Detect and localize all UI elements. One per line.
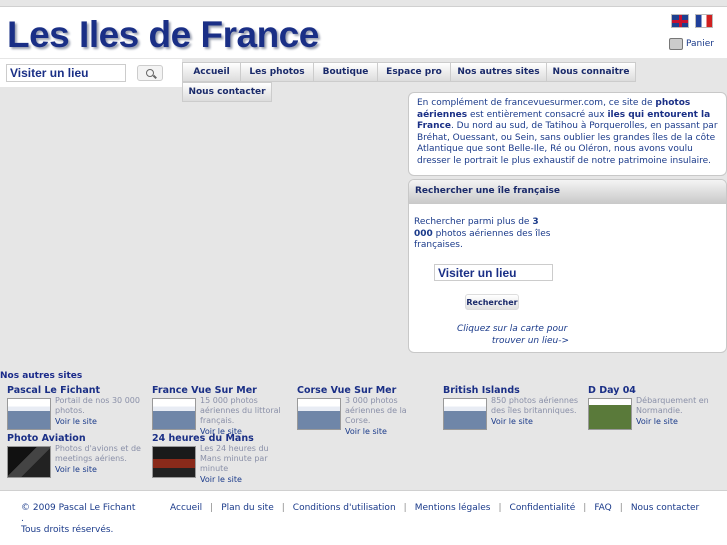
nav-item-autres-sites[interactable]: Nos autres sites — [450, 62, 546, 82]
nav-item-contact[interactable]: Nous contacter — [182, 82, 272, 102]
nav-item-photos[interactable]: Les photos — [240, 62, 313, 82]
visit-site-link[interactable]: Voir le site — [636, 417, 724, 427]
search-bar — [0, 59, 182, 87]
copyright-line-1: © 2009 Pascal Le Fichant . — [21, 503, 136, 524]
search-input[interactable] — [6, 64, 126, 82]
site-thumbnail[interactable] — [7, 398, 51, 430]
footer-link-contact[interactable]: Nous contacter — [631, 503, 699, 513]
copyright-line-2: Tous droits réservés. — [21, 525, 114, 535]
header: Les Iles de France Panier — [0, 6, 727, 58]
site-name[interactable]: D Day 04 — [588, 385, 727, 396]
site-desc: Portail de nos 30 000 photos. Voir le sit… — [55, 396, 143, 427]
map-link[interactable]: Cliquez sur la carte pour trouver un lie… — [457, 324, 569, 347]
site-name[interactable]: British Islands — [443, 385, 583, 396]
site-card: France Vue Sur Mer 15 000 photos aérienn… — [152, 385, 292, 436]
copyright: © 2009 Pascal Le Fichant . Tous droits r… — [21, 503, 141, 536]
site-desc-text: Portail de nos 30 000 photos. — [55, 396, 140, 415]
finder-text: Rechercher parmi plus de 3 000 photos aé… — [414, 217, 559, 252]
site-name[interactable]: Photo Aviation — [7, 433, 147, 444]
map-link-line-1: Cliquez sur la carte pour — [457, 324, 568, 334]
cart-link[interactable]: Panier — [669, 38, 714, 50]
site-name[interactable]: Corse Vue Sur Mer — [297, 385, 437, 396]
map-link-line-2: trouver un lieu-> — [491, 335, 569, 346]
nav-item-espace-pro[interactable]: Espace pro — [377, 62, 450, 82]
footer-links: Accueil | Plan du site | Conditions d'ut… — [170, 503, 699, 513]
footer-separator: | — [281, 503, 285, 513]
site-name[interactable]: Pascal Le Fichant — [7, 385, 147, 396]
site-card: British Islands 850 photos aériennes des… — [443, 385, 583, 430]
footer-separator: | — [583, 503, 587, 513]
language-switcher — [671, 14, 713, 28]
finder-search-button[interactable]: Rechercher — [465, 294, 519, 310]
site-desc: 850 photos aériennes des îles britanniqu… — [491, 396, 579, 427]
footer-link-accueil[interactable]: Accueil — [170, 503, 202, 513]
footer-link-plan[interactable]: Plan du site — [221, 503, 274, 513]
uk-flag-icon[interactable] — [671, 14, 689, 28]
nav-item-accueil[interactable]: Accueil — [182, 62, 240, 82]
site-desc: 15 000 photos aériennes du littoral fran… — [200, 396, 288, 437]
visit-site-link[interactable]: Voir le site — [55, 465, 143, 475]
footer-separator: | — [210, 503, 214, 513]
footer: © 2009 Pascal Le Fichant . Tous droits r… — [0, 490, 727, 545]
site-desc-text: 15 000 photos aériennes du littoral fran… — [200, 396, 281, 425]
intro-text-1: En complément de francevuesurmer.com, ce… — [417, 98, 656, 108]
site-thumbnail[interactable] — [152, 398, 196, 430]
site-desc-text: Photos d'avions et de meetings aériens. — [55, 444, 141, 463]
island-finder: Rechercher une île française Rechercher … — [408, 179, 727, 353]
site-desc-text: Débarquement en Normandie. — [636, 396, 709, 415]
site-desc: Débarquement en Normandie. Voir le site — [636, 396, 724, 427]
footer-link-mentions[interactable]: Mentions légales — [415, 503, 491, 513]
footer-link-conditions[interactable]: Conditions d'utilisation — [293, 503, 396, 513]
site-name[interactable]: France Vue Sur Mer — [152, 385, 292, 396]
site-card: D Day 04 Débarquement en Normandie. Voir … — [588, 385, 727, 430]
site-name[interactable]: 24 heures du Mans — [152, 433, 292, 444]
visit-site-link[interactable]: Voir le site — [55, 417, 143, 427]
search-icon — [146, 69, 154, 77]
visit-site-link[interactable]: Voir le site — [200, 475, 288, 485]
site-thumbnail[interactable] — [152, 446, 196, 478]
nav-item-nous-connaitre[interactable]: Nous connaitre — [546, 62, 636, 82]
finder-text-after: photos aériennes des îles françaises. — [414, 228, 551, 251]
site-thumbnail[interactable] — [7, 446, 51, 478]
visit-site-link[interactable]: Voir le site — [345, 427, 433, 437]
site-desc: Les 24 heures du Mans minute par minute V… — [200, 444, 288, 485]
site-desc-text: 3 000 photos aériennes de la Corse. — [345, 396, 407, 425]
intro-panel: En complément de francevuesurmer.com, ce… — [408, 92, 727, 176]
site-card: 24 heures du Mans Les 24 heures du Mans … — [152, 433, 292, 484]
site-desc: Photos d'avions et de meetings aériens. V… — [55, 444, 143, 475]
search-button[interactable] — [137, 65, 163, 81]
footer-link-faq[interactable]: FAQ — [594, 503, 611, 513]
footer-separator: | — [403, 503, 407, 513]
site-desc-text: 850 photos aériennes des îles britanniqu… — [491, 396, 579, 415]
site-thumbnail[interactable] — [297, 398, 341, 430]
intro-text-2: est entièrement consacré aux — [467, 109, 608, 120]
finder-title: Rechercher une île française — [409, 180, 726, 204]
visit-site-link[interactable]: Voir le site — [491, 417, 579, 427]
finder-input[interactable] — [434, 264, 553, 281]
finder-text-before: Rechercher parmi plus de — [414, 217, 533, 227]
site-desc-text: Les 24 heures du Mans minute par minute — [200, 444, 269, 473]
others-title: Nos autres sites — [0, 371, 83, 381]
site-card: Photo Aviation Photos d'avions et de mee… — [7, 433, 147, 478]
cart-icon — [669, 38, 684, 50]
footer-separator: | — [619, 503, 623, 513]
site-desc: 3 000 photos aériennes de la Corse. Voir … — [345, 396, 433, 437]
footer-link-confidentialite[interactable]: Confidentialité — [510, 503, 576, 513]
france-flag-icon[interactable] — [695, 14, 713, 28]
cart-label: Panier — [686, 39, 714, 49]
site-thumbnail[interactable] — [443, 398, 487, 430]
footer-separator: | — [498, 503, 502, 513]
nav-item-boutique[interactable]: Boutique — [313, 62, 377, 82]
site-thumbnail[interactable] — [588, 398, 632, 430]
site-title[interactable]: Les Iles de France — [7, 14, 319, 56]
site-card: Corse Vue Sur Mer 3 000 photos aériennes… — [297, 385, 437, 436]
site-card: Pascal Le Fichant Portail de nos 30 000 … — [7, 385, 147, 430]
intro-text-3: . Du nord au sud, de Tatihou à Porquerol… — [417, 121, 718, 166]
